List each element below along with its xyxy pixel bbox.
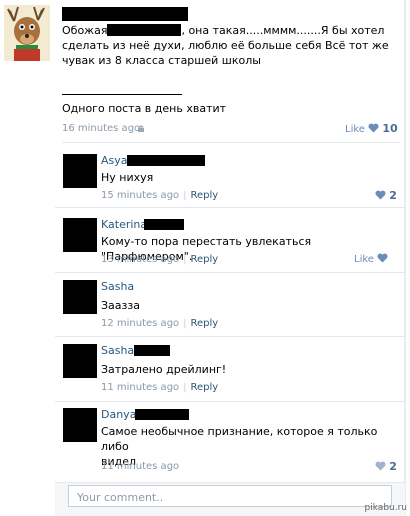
deer-avatar-icon bbox=[4, 5, 50, 61]
post-underline bbox=[62, 94, 182, 95]
redacted-surname bbox=[134, 345, 170, 356]
comment-time[interactable]: 12 minutes ago bbox=[101, 318, 179, 329]
watermark: pikabu.ru bbox=[364, 503, 407, 513]
post-like-label: Like bbox=[345, 124, 365, 135]
heart-icon bbox=[375, 461, 386, 474]
reply-link[interactable]: Reply bbox=[191, 190, 219, 201]
comment-item: Asya Ну нихуя 15 minutes ago | Reply 2 bbox=[55, 145, 405, 208]
comment-time[interactable]: 11 minutes ago bbox=[101, 461, 179, 472]
redacted-surname bbox=[144, 219, 184, 230]
post-text-line3: чувак из 8 класса старшей школы bbox=[62, 54, 261, 67]
commenter-name[interactable]: Sasha bbox=[101, 344, 134, 357]
comment-text: Заазза bbox=[101, 299, 140, 312]
comment-like-button[interactable]: 2 bbox=[375, 460, 397, 474]
commenter-name[interactable]: Katerina bbox=[101, 218, 147, 231]
comment-item: Sasha Заазза 12 minutes ago | Reply bbox=[55, 274, 405, 337]
comment-meta: 13 minutes ago | Reply bbox=[101, 254, 219, 265]
heart-icon bbox=[375, 190, 386, 203]
reply-link[interactable]: Reply bbox=[191, 318, 219, 329]
commenter-name[interactable]: Asya bbox=[101, 154, 128, 167]
comment-text-line1: Самое необычное признание, которое я тол… bbox=[101, 425, 378, 453]
commenter-avatar[interactable] bbox=[63, 344, 97, 378]
post-body: Обожая , она такая.....мммм.......Я бы хо… bbox=[62, 23, 392, 68]
comment-time[interactable]: 11 minutes ago bbox=[101, 382, 179, 393]
comment-like-count: 2 bbox=[389, 460, 397, 473]
comment-like-count: 2 bbox=[389, 189, 397, 202]
author-avatar[interactable] bbox=[4, 5, 50, 61]
post-text-line1-a: Обожая bbox=[62, 24, 108, 37]
redacted-name-bar bbox=[62, 7, 188, 21]
comment-meta: 11 minutes ago bbox=[101, 461, 179, 472]
commenter-avatar[interactable] bbox=[63, 154, 97, 188]
comment-meta: 12 minutes ago | Reply bbox=[101, 318, 219, 329]
comment-meta: 11 minutes ago | Reply bbox=[101, 382, 219, 393]
post-text-line2: сделать из неё духи, люблю её больше себ… bbox=[62, 39, 389, 52]
comment-item: Danya Самое необычное признание, которое… bbox=[55, 403, 405, 481]
comment-text: Ну нихуя bbox=[101, 171, 154, 184]
comment-time[interactable]: 13 minutes ago bbox=[101, 254, 179, 265]
post-text-line4: Одного поста в день хватит bbox=[62, 102, 227, 115]
comment-input-box[interactable] bbox=[68, 485, 392, 507]
comment-like-button[interactable]: Like bbox=[354, 253, 388, 266]
redacted-surname bbox=[127, 155, 205, 166]
post-like-count: 10 bbox=[382, 122, 398, 135]
redacted-surname bbox=[135, 409, 189, 420]
android-icon bbox=[136, 124, 146, 134]
commenter-avatar[interactable] bbox=[63, 280, 97, 314]
post-timestamp[interactable]: 16 minutes ago bbox=[62, 123, 140, 134]
comment-like-button[interactable]: 2 bbox=[375, 189, 397, 203]
comment-time[interactable]: 15 minutes ago bbox=[101, 190, 179, 201]
heart-icon bbox=[368, 123, 379, 136]
commenter-name[interactable]: Danya bbox=[101, 408, 136, 421]
redacted-word bbox=[107, 24, 182, 36]
comment-text: Затралено дрейлинг! bbox=[101, 363, 227, 376]
commenter-avatar[interactable] bbox=[63, 218, 97, 252]
comment-like-label: Like bbox=[354, 254, 374, 265]
commenter-avatar[interactable] bbox=[63, 408, 97, 442]
comment-input[interactable] bbox=[75, 487, 379, 507]
comment-item: Katerina Кому-то пора перестать увлекать… bbox=[55, 209, 405, 273]
comment-item: Sasha Затралено дрейлинг! 11 minutes ago… bbox=[55, 338, 405, 402]
post-text-line1-b: , она такая.....мммм.......Я бы хотел bbox=[181, 24, 385, 37]
commenter-name[interactable]: Sasha bbox=[101, 280, 134, 293]
heart-icon bbox=[377, 253, 388, 266]
reply-link[interactable]: Reply bbox=[191, 382, 219, 393]
divider bbox=[62, 142, 400, 143]
comment-meta: 15 minutes ago | Reply bbox=[101, 190, 219, 201]
post-like-button[interactable]: Like 10 bbox=[345, 122, 398, 136]
reply-link[interactable]: Reply bbox=[191, 254, 219, 265]
